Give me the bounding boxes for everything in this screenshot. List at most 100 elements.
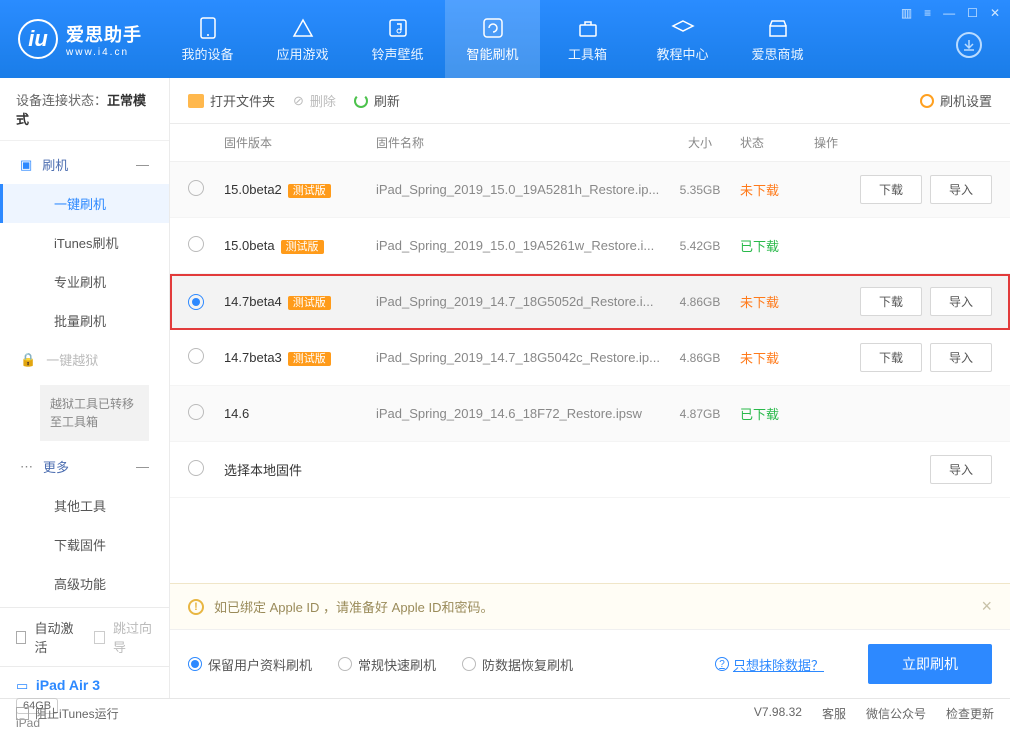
radio-icon[interactable] [188,236,204,252]
folder-icon [188,94,204,108]
logo-subtitle: www.i4.cn [66,47,142,58]
flash-settings-button[interactable]: 刷机设置 [920,91,992,110]
firmware-row[interactable]: 14.7beta4测试版 iPad_Spring_2019_14.7_18G50… [170,274,1010,330]
radio-icon[interactable] [188,180,204,196]
flash-now-button[interactable]: 立即刷机 [868,644,992,684]
minimize-icon[interactable]: — [943,6,955,20]
import-button[interactable]: 导入 [930,343,992,372]
firmware-size: 4.87GB [680,407,721,421]
window-controls: ▥ ≡ — ☐ ✕ [901,6,1000,20]
firmware-table: 15.0beta2 测试版 iPad_Spring_2019_15.0_19A52… [170,162,1010,583]
jailbreak-note: 越狱工具已转移至工具箱 [40,385,149,441]
firmware-status: 未下载 [740,183,779,198]
theme-icon[interactable]: ▥ [901,6,912,20]
sidebar-section-jailbreak: 🔒 一键越狱 [0,340,169,379]
beta-badge: 测试版 [288,184,331,198]
download-button[interactable]: 下载 [860,343,922,372]
logo-title: 爱思助手 [66,21,142,47]
import-button[interactable]: 导入 [930,175,992,204]
mode-fast-flash[interactable]: 常规快速刷机 [338,655,436,674]
nav-tutorial[interactable]: 教程中心 [635,0,730,78]
nav-apps[interactable]: 应用游戏 [255,0,350,78]
sidebar-item-advanced[interactable]: 高级功能 [0,564,169,603]
import-button[interactable]: 导入 [930,455,992,484]
firmware-row[interactable]: 选择本地固件 导入 [170,442,1010,498]
phone-icon [196,16,220,40]
download-button[interactable]: 下载 [860,287,922,316]
auto-activate-checkbox[interactable] [16,631,26,644]
more-icon: ⋯ [20,459,33,475]
sidebar-item-download-firmware[interactable]: 下载固件 [0,525,169,564]
toolbox-icon [576,16,600,40]
block-itunes-checkbox[interactable] [16,707,29,720]
delete-button[interactable]: ⊘ 删除 [293,91,336,110]
sidebar-item-oneclick-flash[interactable]: 一键刷机 [0,184,169,223]
refresh-button[interactable]: 刷新 [354,91,400,110]
nav-ringtone[interactable]: 铃声壁纸 [350,0,445,78]
radio-icon [188,657,202,671]
firmware-size: 4.86GB [680,295,721,309]
firmware-row[interactable]: 15.0beta测试版 iPad_Spring_2019_15.0_19A526… [170,218,1010,274]
erase-only-link[interactable]: ? 只想抹除数据？ [715,655,824,674]
menu-icon[interactable]: ≡ [924,6,931,20]
connection-status: 设备连接状态：正常模式 [0,78,169,141]
sidebar-item-other-tools[interactable]: 其他工具 [0,486,169,525]
th-status: 状态 [740,134,814,151]
sidebar-item-batch-flash[interactable]: 批量刷机 [0,301,169,340]
beta-badge: 测试版 [288,352,331,366]
radio-icon [462,657,476,671]
firmware-row[interactable]: 15.0beta2 测试版 iPad_Spring_2019_15.0_19A52… [170,162,1010,218]
firmware-name: iPad_Spring_2019_15.0_19A5281h_Restore.i… [376,182,659,197]
open-folder-button[interactable]: 打开文件夹 [188,91,275,110]
firmware-version: 14.6 [224,406,249,421]
firmware-size: 5.42GB [680,239,721,253]
firmware-version: 14.7beta4 [224,294,282,309]
wechat-link[interactable]: 微信公众号 [866,705,926,722]
firmware-version: 14.7beta3 [224,350,282,365]
firmware-name: iPad_Spring_2019_14.6_18F72_Restore.ipsw [376,406,642,421]
apple-id-notice: ! 如已绑定 Apple ID ，请准备好 Apple ID和密码。 × [170,583,1010,629]
nav-my-device[interactable]: 我的设备 [160,0,255,78]
firmware-version: 15.0beta [224,238,275,253]
th-name: 固件名称 [376,134,660,151]
maximize-icon[interactable]: ☐ [967,6,978,20]
check-update-link[interactable]: 检查更新 [946,705,994,722]
download-icon[interactable] [956,32,982,58]
firmware-version: 15.0beta2 [224,182,282,197]
auto-activate-row: 自动激活 跳过向导 [0,608,169,666]
gear-icon [920,94,934,108]
collapse-icon[interactable]: — [136,157,149,172]
lock-icon: 🔒 [20,352,36,368]
top-nav: 我的设备 应用游戏 铃声壁纸 智能刷机 工具箱 教程中心 爱思商城 [160,0,1010,78]
import-button[interactable]: 导入 [930,287,992,316]
mode-anti-recovery[interactable]: 防数据恢复刷机 [462,655,573,674]
nav-store[interactable]: 爱思商城 [730,0,825,78]
sidebar-item-itunes-flash[interactable]: iTunes刷机 [0,223,169,262]
content-area: 打开文件夹 ⊘ 删除 刷新 刷机设置 固件版本 固件名称 大小 状态 操作 [170,78,1010,698]
sidebar-section-more[interactable]: ⋯ 更多 — [0,447,169,486]
skip-wizard-checkbox[interactable] [94,631,104,644]
th-size: 大小 [660,134,740,151]
collapse-icon[interactable]: — [136,459,149,474]
dismiss-notice-button[interactable]: × [981,596,992,617]
store-icon [766,16,790,40]
download-button[interactable]: 下载 [860,175,922,204]
nav-flash[interactable]: 智能刷机 [445,0,540,78]
radio-icon[interactable] [188,460,204,476]
firmware-row[interactable]: 14.6 iPad_Spring_2019_14.6_18F72_Restore… [170,386,1010,442]
nav-toolbox[interactable]: 工具箱 [540,0,635,78]
radio-icon[interactable] [188,404,204,420]
sidebar-item-pro-flash[interactable]: 专业刷机 [0,262,169,301]
device-info[interactable]: ▭ iPad Air 3 64GB iPad [0,666,169,740]
customer-service-link[interactable]: 客服 [822,705,846,722]
mode-keep-data[interactable]: 保留用户资料刷机 [188,655,312,674]
radio-icon[interactable] [188,348,204,364]
firmware-row[interactable]: 14.7beta3 测试版 iPad_Spring_2019_14.7_18G50… [170,330,1010,386]
table-header: 固件版本 固件名称 大小 状态 操作 [170,124,1010,162]
firmware-name: iPad_Spring_2019_14.7_18G5042c_Restore.i… [376,350,660,365]
firmware-size: 5.35GB [680,183,721,197]
sidebar-section-flash[interactable]: ▣ 刷机 — [0,145,169,184]
close-icon[interactable]: ✕ [990,6,1000,20]
tablet-icon: ▭ [16,678,28,693]
radio-icon[interactable] [188,294,204,310]
